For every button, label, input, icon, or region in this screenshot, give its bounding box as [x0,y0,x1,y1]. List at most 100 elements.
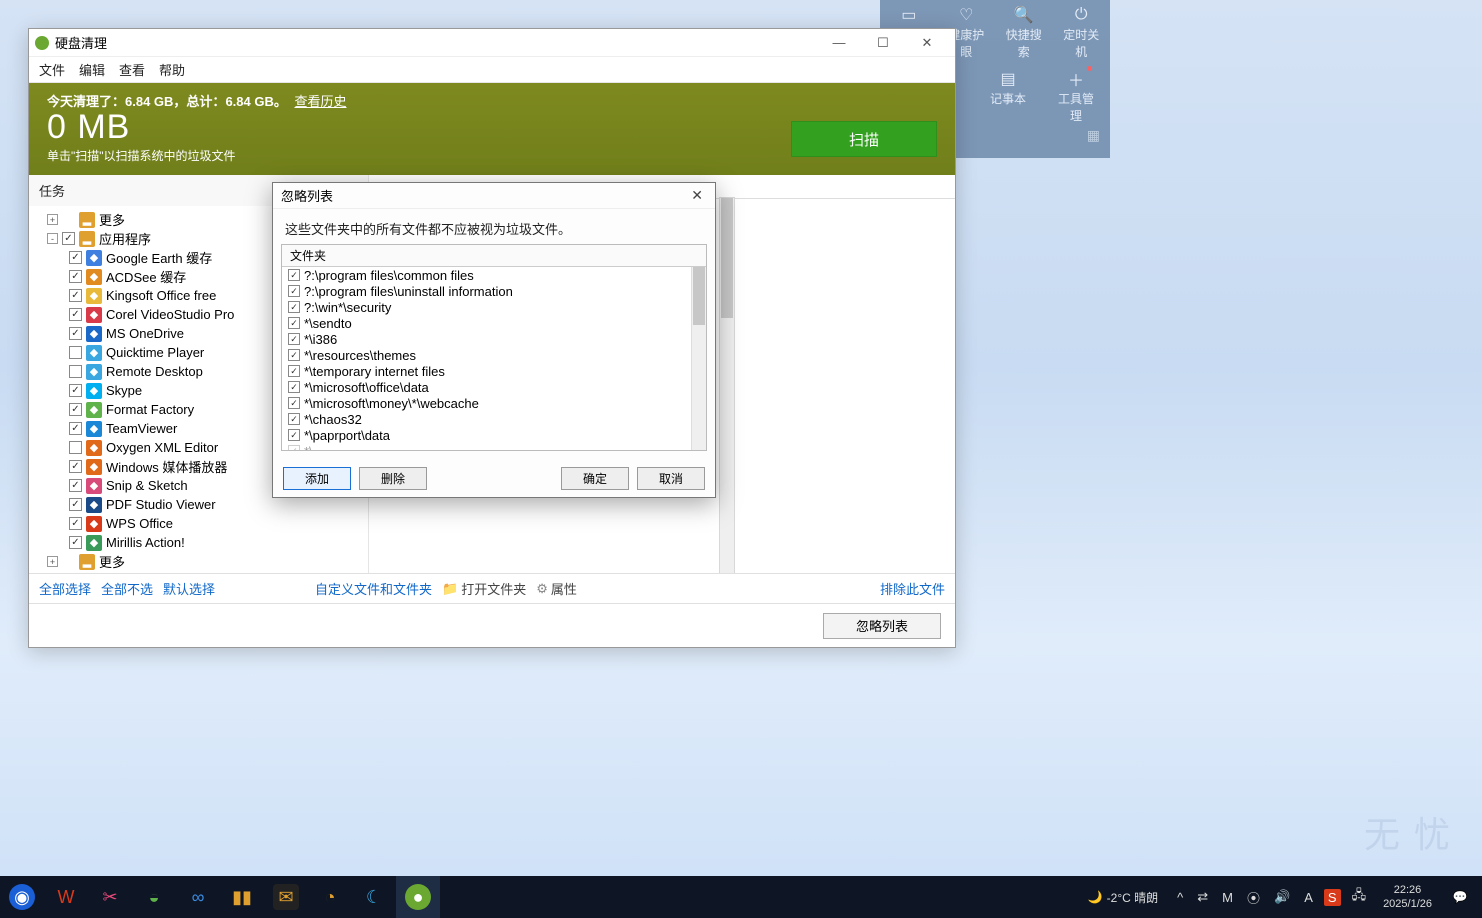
expand-icon[interactable]: + [47,556,58,567]
checkbox[interactable] [69,498,82,511]
checkbox[interactable] [62,232,75,245]
list-item[interactable]: *\sendto [282,315,690,331]
maximize-button[interactable]: ☐ [861,30,905,56]
select-all-link[interactable]: 全部选择 [39,579,91,598]
taskbar-app-moon[interactable]: ☾ [352,876,396,918]
list-item[interactable]: *\... [282,443,690,450]
checkbox[interactable] [69,479,82,492]
tray-volume-icon[interactable]: 🔊 [1271,889,1293,905]
dialog-scrollbar[interactable] [691,267,706,450]
open-folder-label[interactable]: 📁打开文件夹 [442,579,526,598]
tree-item[interactable]: +▂更多 [47,552,368,571]
select-default-link[interactable]: 默认选择 [163,579,215,598]
checkbox[interactable] [288,317,300,329]
weather-widget[interactable]: 🌙 -2°C 晴朗 [1088,889,1158,906]
checkbox[interactable] [69,384,82,397]
delete-button[interactable]: 删除 [359,467,427,490]
tray-chevron-icon[interactable]: ^ [1174,890,1186,905]
checkbox[interactable] [69,365,82,378]
panel-item-shutdown[interactable]: ⏻定时关机 [1058,4,1104,60]
minimize-button[interactable]: — [817,30,861,56]
expand-icon[interactable]: + [47,214,58,225]
checkbox[interactable] [69,251,82,264]
history-link[interactable]: 查看历史 [294,94,346,109]
checkbox[interactable] [288,381,300,393]
notification-button[interactable]: 💬 [1446,876,1474,918]
list-item[interactable]: *\microsoft\office\data [282,379,690,395]
checkbox[interactable] [288,413,300,425]
checkbox[interactable] [69,441,82,454]
checkbox[interactable] [69,327,82,340]
checkbox[interactable] [288,349,300,361]
taskbar-app-snip[interactable]: ✂ [88,876,132,918]
tree-item[interactable]: ◆Mirillis Action! [47,533,368,552]
checkbox[interactable] [288,333,300,345]
start-button[interactable]: ◉ [0,876,44,918]
checkbox[interactable] [288,445,300,450]
checkbox[interactable] [69,403,82,416]
taskbar-app-cleanup[interactable]: ● [396,876,440,918]
list-column-folder[interactable]: 文件夹 [282,245,706,267]
list-item[interactable]: ?:\win*\security [282,299,690,315]
checkbox[interactable] [288,285,300,297]
add-button[interactable]: 添加 [283,467,351,490]
tray-sogou[interactable]: S [1324,889,1341,906]
list-item[interactable]: *\microsoft\money\*\webcache [282,395,690,411]
menu-file[interactable]: 文件 [39,60,65,79]
tree-item[interactable]: ◆WPS Office [47,514,368,533]
checkbox[interactable] [69,460,82,473]
tray-ime-a[interactable]: A [1301,890,1316,905]
scrollbar-thumb[interactable] [721,198,733,318]
checkbox[interactable] [69,517,82,530]
checkbox[interactable] [69,289,82,302]
taskbar-app-wps[interactable]: W [44,876,88,918]
exclude-file-link[interactable]: 排除此文件 [880,579,945,598]
checkbox[interactable] [69,536,82,549]
tray-sync-icon[interactable]: ⇄ [1194,889,1211,905]
list-item[interactable]: *\paprport\data [282,427,690,443]
checkbox[interactable] [288,269,300,281]
taskbar-app-wechat[interactable]: ◒ [132,876,176,918]
tray-network-icon[interactable]: 🖧 [1349,886,1370,908]
checkbox[interactable] [288,429,300,441]
taskbar-app-mail[interactable]: ✉ [264,876,308,918]
grid-icon[interactable]: ▦ [1087,127,1100,144]
scrollbar[interactable] [719,197,735,573]
ok-button[interactable]: 确定 [561,467,629,490]
menu-help[interactable]: 帮助 [159,60,185,79]
checkbox[interactable] [288,365,300,377]
taskbar-app-360[interactable]: ◔ [308,876,352,918]
list-item[interactable]: *\chaos32 [282,411,690,427]
checkbox[interactable] [69,270,82,283]
column-header-date[interactable]: 创建日期 [709,175,955,199]
checkbox[interactable] [288,397,300,409]
panel-item-search[interactable]: 🔍快捷搜索 [1001,4,1047,60]
menu-view[interactable]: 查看 [119,60,145,79]
taskbar-app-baidu[interactable]: ∞ [176,876,220,918]
custom-files-link[interactable]: 自定义文件和文件夹 [315,579,432,598]
list-item[interactable]: *\i386 [282,331,690,347]
checkbox[interactable] [69,346,82,359]
taskbar-app-files[interactable]: ▮▮ [220,876,264,918]
panel-item-notepad[interactable]: ▤记事本 [988,68,1028,124]
list-item[interactable]: *\temporary internet files [282,363,690,379]
panel-item-tools[interactable]: ＋工具管理 [1056,68,1096,124]
select-none-link[interactable]: 全部不选 [101,579,153,598]
list-item[interactable]: ?:\program files\uninstall information [282,283,690,299]
ignore-list-button[interactable]: 忽略列表 [823,613,941,639]
tray-ime-m-icon[interactable]: M [1219,890,1236,905]
close-button[interactable]: ✕ [905,30,949,56]
menu-edit[interactable]: 编辑 [79,60,105,79]
list-item[interactable]: *\resources\themes [282,347,690,363]
checkbox[interactable] [288,301,300,313]
checkbox[interactable] [69,422,82,435]
dialog-close-button[interactable]: ✕ [687,187,707,204]
cancel-button[interactable]: 取消 [637,467,705,490]
scan-button[interactable]: 扫描 [791,121,937,157]
properties-label[interactable]: ⚙属性 [536,579,577,598]
clock[interactable]: 22:26 2025/1/26 [1377,883,1438,911]
expand-icon[interactable]: - [47,233,58,244]
dialog-scrollbar-thumb[interactable] [693,267,705,325]
checkbox[interactable] [69,308,82,321]
list-item[interactable]: ?:\program files\common files [282,267,690,283]
